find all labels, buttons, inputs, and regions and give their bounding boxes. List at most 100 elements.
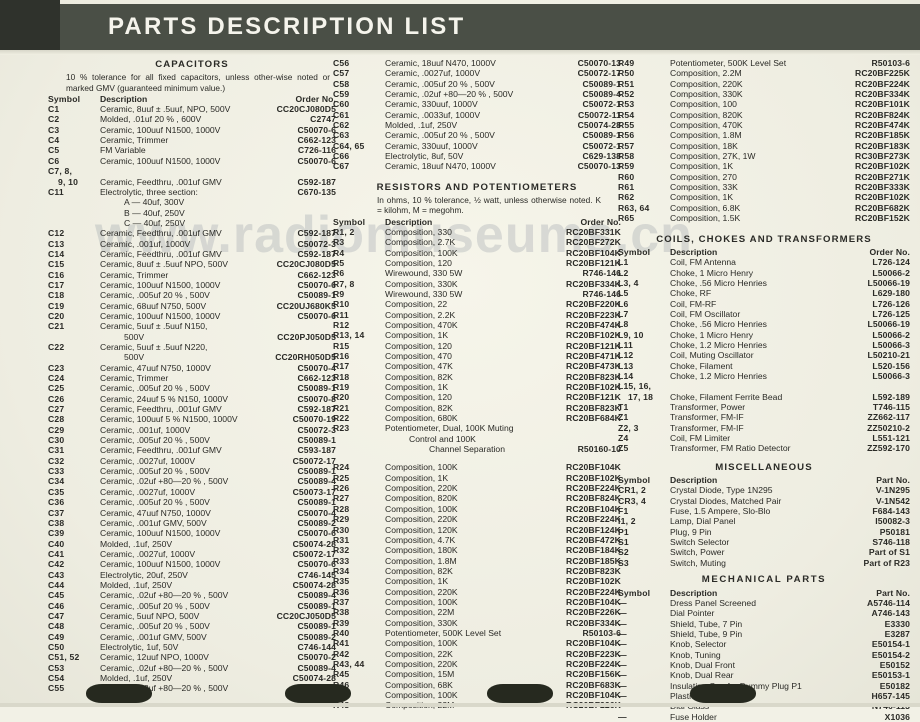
col-header-order: Order No. (295, 93, 336, 104)
table-row: C15 Ceramic, 8uuf ± .5uuf NPO, 500V CC20CJ… (48, 259, 336, 269)
table-row: R11 Composition, 2.2K RC20BF223K (333, 310, 621, 320)
cell-order-number: C50089-1 (297, 435, 336, 446)
cell-description: Composition, 220K (385, 586, 458, 597)
table-row: C18 Ceramic, .005uf 20 % , 500V C50089-1 (48, 290, 336, 300)
cell-description: Composition, 2.2K (385, 309, 456, 320)
cell-order-number (535, 434, 621, 444)
cell-symbol: R33 (333, 555, 350, 566)
cell-order-number: RC20BF272K (566, 237, 621, 248)
table-row: R37 Composition, 100K RC20BF104K (333, 597, 621, 607)
table-row: C11 Electrolytic, three section: C670-135 (48, 187, 336, 197)
cell-order-number: H657-145 (871, 690, 910, 701)
cell-description: Composition, 100K (385, 247, 458, 258)
cell-symbol: R20 (333, 392, 350, 403)
table-row: — Shield, Tube, 7 Pin E3330 (618, 619, 910, 629)
cell-order-number: C50089-1 (297, 290, 336, 301)
table-coils: Symbol Description Order No. L1 Coil, FM … (618, 247, 910, 454)
cell-description: Composition, 120 (385, 340, 452, 351)
cell-order-number: R50103-6 (871, 58, 910, 68)
cell-description: Composition, 330K (385, 617, 458, 628)
cell-symbol: C34 (48, 476, 65, 487)
table-row: —Insulating Cap for Dummy Plug P1E50182 (618, 681, 910, 691)
cell-symbol: R41 (333, 638, 350, 649)
cell-description: Fuse, 1.5 Ampere, Slo-Blo (670, 506, 771, 517)
cell-symbol: — (618, 711, 627, 722)
cell-order-number: RC20BF334K (566, 278, 621, 289)
table-row: C14 Ceramic, Feedthru, .001uf GMV C592-187 (48, 249, 336, 259)
cell-description: Ceramic, 47uuf N750, 1000V (100, 362, 211, 373)
table-row: C43 Electrolytic, 20uf, 250V C746-145 (48, 570, 336, 580)
cell-description: Composition, 820K (385, 493, 458, 504)
cell-order-number: RC20BF474K (566, 319, 621, 330)
cell-symbol: R52 (618, 89, 635, 100)
table-row: R21 Composition, 82K RC20BF823K (333, 403, 621, 413)
cell-symbol: C6 (48, 155, 60, 166)
table-row: R60 Composition, 270 RC20BF271K (618, 172, 910, 182)
page-bottom-edge (0, 703, 920, 707)
cell-symbol: C20 (48, 310, 65, 321)
cell-description: Composition, 220K (385, 514, 458, 525)
cell-description: Potentiometer, Dual, 100K Muting (385, 423, 514, 434)
cell-order-number: RC20BF220K (566, 299, 621, 310)
table-row: — Shield, Tube, 9 Pin E3287 (618, 629, 910, 639)
table-row: Z2, 3 Transformer, FM-IF ZZ50210-2 (618, 423, 910, 433)
cell-order-number: C50073-17 (292, 486, 336, 497)
cell-description: Wirewound, 330 5W (385, 288, 463, 299)
cell-symbol: C41 (48, 548, 65, 559)
cell-description: Ceramic, .001uf GMV, 500V (100, 631, 207, 642)
cell-symbol: C63 (333, 130, 350, 141)
cell-symbol: R31 (333, 534, 350, 545)
cell-description: Coil, FM Limiter (670, 433, 731, 444)
cell-order-number (240, 197, 336, 207)
table-row: C47 Ceramic, 5uuf NPO, 500V CC20CJ050D5 (48, 611, 336, 621)
cell-symbol: C21 (48, 321, 65, 332)
cell-description: Ceramic, Feedthru, .001uf GMV (100, 248, 222, 259)
cell-symbol: CR3, 4 (618, 495, 646, 506)
table-row: C29 Ceramic, .001uf, 1000V C50072-3 (48, 425, 336, 435)
cell-order-number: C50070-6 (297, 279, 336, 290)
cell-description: Choke, Filament (670, 360, 733, 371)
cell-description: Ceramic, .0027uf, 1000V (100, 486, 196, 497)
cell-order-number: C592-187 (297, 404, 336, 415)
cell-order-number (824, 381, 910, 391)
table-row: CR1, 2 Crystal Diode, Type 1N295 V-1N295 (618, 485, 910, 495)
cell-symbol: R7, 8 (333, 278, 355, 289)
cell-description: Ceramic, Feedthru, .001uf GMV (100, 445, 222, 456)
cell-symbol: — (618, 608, 627, 619)
cell-description: Composition, 22M (385, 607, 455, 618)
cell-description: Composition, 120 (385, 257, 452, 268)
table-row: R33 Composition, 1.8M RC20BF185K (333, 556, 621, 566)
table-row: L1 Coil, FM Antenna L726-124 (618, 257, 910, 267)
cell-description: Composition, 100K (385, 596, 458, 607)
cell-description: C — 40uf, 250V (124, 217, 186, 228)
cell-symbol: C4 (48, 135, 60, 146)
cell-description: Ceramic, .02uf +80—20 % , 500V (100, 662, 229, 673)
cell-symbol: C3 (48, 124, 60, 135)
cell-order-number: C50072-17 (292, 455, 336, 466)
table-row: L14 Choke, 1.2 Micro Henries L50066-3 (618, 371, 910, 381)
cell-description: Composition, 270 (670, 171, 737, 182)
cell-symbol: C17 (48, 279, 65, 290)
cell-order-number: C50072-11 (578, 109, 621, 120)
cell-order-number: C50089-1 (297, 621, 336, 632)
cell-order-number: L551-121 (872, 433, 910, 444)
cell-order-number: A746-143 (871, 608, 910, 619)
cell-order-number: L629-180 (872, 288, 910, 299)
cell-symbol: R18 (333, 371, 350, 382)
table-row: 500V CC20RH050D5 (48, 352, 336, 362)
cell-order-number (240, 321, 336, 331)
col-header-order: Order No. (580, 216, 621, 227)
cell-description: Composition, 120K (385, 524, 458, 535)
table-row: L11 Choke, 1.2 Micro Henries L50066-3 (618, 340, 910, 350)
cell-description: Composition, 470K (670, 120, 743, 131)
table-row: — Dial Pointer A746-143 (618, 608, 910, 618)
cell-order-number: L50066-3 (872, 370, 910, 381)
cell-description: Ceramic, 100uuf N1500, 1000V (100, 528, 221, 539)
cell-symbol: C53 (48, 662, 65, 673)
cell-order-number: CC20RH050D5 (275, 352, 336, 363)
cell-order-number: C746-144 (297, 641, 336, 652)
table-row: L6 Coil, FM-RF L726-126 (618, 299, 910, 309)
cell-order-number: C662-123 (297, 373, 336, 384)
cell-description: Composition, 100K (385, 462, 458, 473)
table-row: R3 Composition, 2.7K RC20BF272K (333, 237, 621, 247)
